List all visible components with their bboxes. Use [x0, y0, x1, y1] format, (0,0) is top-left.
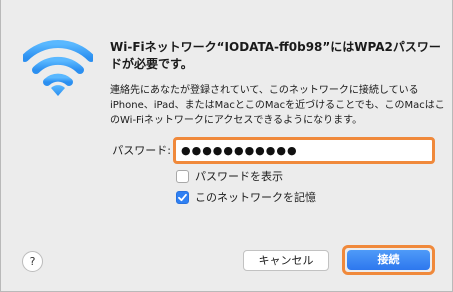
- remember-network-option[interactable]: このネットワークを記憶: [176, 189, 316, 205]
- dialog-title: Wi-Fiネットワーク“IODATA-ff0b98”にはWPA2パスワードが必要…: [110, 40, 441, 71]
- show-password-label: パスワードを表示: [195, 170, 283, 183]
- wifi-icon: [21, 36, 95, 100]
- cancel-button[interactable]: キャンセル: [243, 250, 329, 271]
- remember-network-label: このネットワークを記憶: [195, 191, 316, 204]
- show-password-option[interactable]: パスワードを表示: [176, 168, 283, 184]
- password-field[interactable]: ●●●●●●●●●●●: [173, 137, 435, 164]
- wifi-password-dialog: Wi-Fiネットワーク“IODATA-ff0b98”にはWPA2パスワードが必要…: [0, 0, 453, 292]
- connect-button-focus-ring: 接続: [342, 245, 435, 275]
- help-button[interactable]: ?: [22, 251, 43, 272]
- dialog-description: 連絡先にあなたが登録されていて、このネットワークに接続しているiPhone、iP…: [110, 85, 445, 126]
- remember-network-checkbox[interactable]: [176, 190, 189, 204]
- checkmark-icon: [178, 193, 187, 201]
- show-password-checkbox[interactable]: [176, 169, 189, 183]
- connect-button[interactable]: 接続: [347, 250, 430, 270]
- password-label: パスワード:: [112, 144, 171, 157]
